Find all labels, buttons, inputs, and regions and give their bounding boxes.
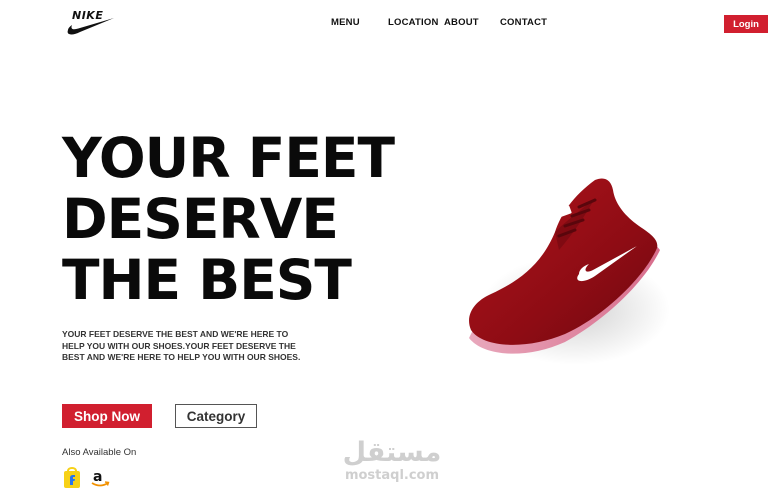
svg-text:a: a (93, 469, 102, 485)
nav-link-menu[interactable]: MENU (331, 17, 360, 28)
nav-link-about[interactable]: ABOUT (444, 17, 479, 28)
login-button[interactable]: Login (724, 15, 768, 33)
headline-line-3: THE BEST (62, 248, 352, 312)
shop-now-button[interactable]: Shop Now (62, 404, 152, 428)
watermark-latin: mostaql.com (344, 468, 440, 483)
hero-headline: YOUR FEET DESERVE THE BEST (62, 126, 395, 312)
swoosh-icon (67, 18, 114, 35)
headline-line-1: YOUR FEET (62, 126, 395, 190)
brand-logo[interactable]: NIKE (66, 9, 116, 35)
nav-link-contact[interactable]: CONTACT (500, 17, 547, 28)
hero-description: YOUR FEET DESERVE THE BEST AND WE'RE HER… (62, 329, 301, 362)
shoe-image (469, 178, 670, 365)
available-on-label: Also Available On (62, 447, 137, 458)
flipkart-icon[interactable] (62, 467, 82, 489)
watermark: مستقل mostaql.com (342, 438, 442, 490)
headline-line-2: DESERVE (62, 187, 339, 251)
nav-link-location[interactable]: LOCATION (388, 17, 439, 28)
watermark-arabic: مستقل (342, 437, 442, 468)
amazon-icon[interactable]: a (90, 467, 110, 489)
category-button[interactable]: Category (175, 404, 257, 428)
